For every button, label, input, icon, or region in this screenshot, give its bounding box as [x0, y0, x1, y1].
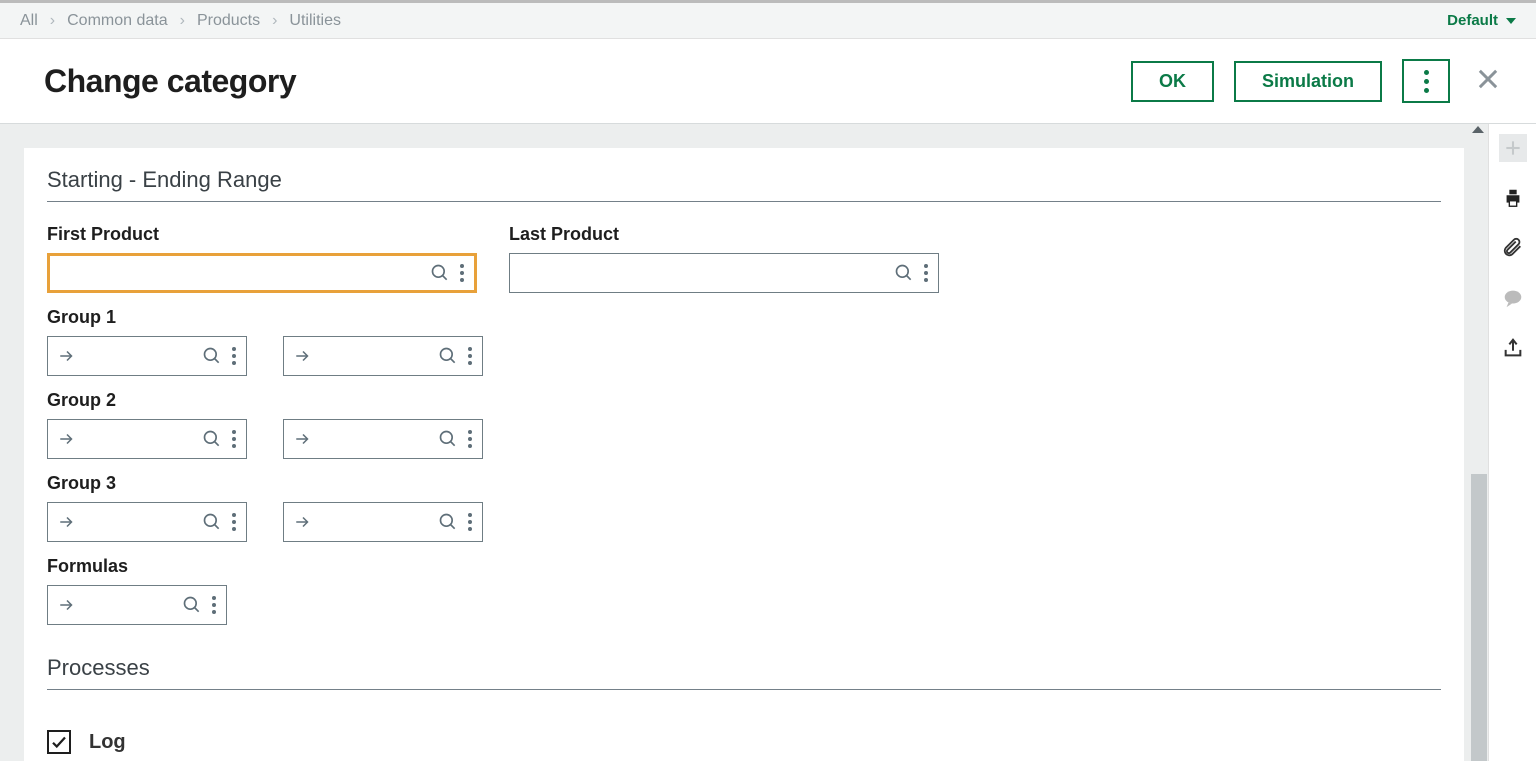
search-icon: [438, 429, 458, 449]
chevron-right-icon: ›: [272, 12, 277, 30]
formulas-label: Formulas: [47, 556, 1441, 577]
ok-button[interactable]: OK: [1131, 61, 1214, 102]
last-product-input-wrapper: [509, 253, 939, 293]
comment-icon: [1502, 287, 1524, 309]
search-icon: [430, 263, 450, 283]
first-product-label: First Product: [47, 224, 477, 245]
group3-label: Group 3: [47, 473, 1441, 494]
more-vertical-icon: [1424, 70, 1429, 93]
search-icon: [202, 429, 222, 449]
comment-button[interactable]: [1499, 284, 1527, 312]
check-icon: [50, 733, 68, 751]
group1-to-lookup[interactable]: [432, 346, 464, 366]
group2-from-wrapper: [47, 419, 247, 459]
chevron-right-icon: ›: [50, 12, 55, 30]
scroll-up-arrow-icon[interactable]: [1472, 126, 1484, 133]
breadcrumb-bar: All › Common data › Products › Utilities…: [0, 3, 1536, 39]
group3-from-wrapper: [47, 502, 247, 542]
arrow-right-icon: [284, 347, 320, 365]
section-title-range: Starting - Ending Range: [47, 163, 1441, 202]
layout-default-label: Default: [1447, 12, 1498, 29]
simulation-button[interactable]: Simulation: [1234, 61, 1382, 102]
formulas-lookup[interactable]: [176, 595, 208, 615]
group1-to-wrapper: [283, 336, 483, 376]
attachment-button[interactable]: [1499, 234, 1527, 262]
group3-to-input[interactable]: [320, 513, 432, 531]
export-button[interactable]: [1499, 334, 1527, 362]
caret-down-icon: [1506, 18, 1516, 24]
arrow-right-icon: [48, 596, 84, 614]
first-product-more-button[interactable]: [456, 264, 474, 282]
formulas-input[interactable]: [84, 596, 176, 614]
arrow-right-icon: [48, 430, 84, 448]
group2-to-wrapper: [283, 419, 483, 459]
search-icon: [438, 346, 458, 366]
last-product-label: Last Product: [509, 224, 939, 245]
group2-to-input[interactable]: [320, 430, 432, 448]
chevron-right-icon: ›: [180, 12, 185, 30]
group3-from-lookup[interactable]: [196, 512, 228, 532]
group1-label: Group 1: [47, 307, 1441, 328]
group1-to-input[interactable]: [320, 347, 432, 365]
group2-to-lookup[interactable]: [432, 429, 464, 449]
breadcrumb-utilities[interactable]: Utilities: [289, 12, 341, 30]
arrow-right-icon: [284, 513, 320, 531]
group2-label: Group 2: [47, 390, 1441, 411]
breadcrumb: All › Common data › Products › Utilities: [20, 12, 341, 30]
first-product-lookup-button[interactable]: [424, 263, 456, 283]
formulas-more[interactable]: [208, 596, 226, 614]
search-icon: [438, 512, 458, 532]
page-header: Change category OK Simulation: [0, 39, 1536, 124]
print-button[interactable]: [1499, 184, 1527, 212]
layout-default-dropdown[interactable]: Default: [1447, 12, 1516, 29]
more-actions-button[interactable]: [1402, 59, 1450, 103]
group2-from-lookup[interactable]: [196, 429, 228, 449]
group3-from-more[interactable]: [228, 513, 246, 531]
last-product-lookup-button[interactable]: [888, 263, 920, 283]
close-button[interactable]: [1470, 61, 1506, 102]
group2-from-more[interactable]: [228, 430, 246, 448]
group1-from-more[interactable]: [228, 347, 246, 365]
group3-to-more[interactable]: [464, 513, 482, 531]
search-icon: [894, 263, 914, 283]
plus-icon: [1503, 138, 1523, 158]
search-icon: [182, 595, 202, 615]
close-icon: [1474, 65, 1502, 93]
header-actions: OK Simulation: [1131, 59, 1506, 103]
log-checkbox[interactable]: [47, 730, 71, 754]
scrollbar-thumb[interactable]: [1471, 474, 1487, 761]
group3-to-wrapper: [283, 502, 483, 542]
attachment-icon: [1502, 237, 1524, 259]
group3-from-input[interactable]: [84, 513, 196, 531]
first-product-input[interactable]: [50, 264, 424, 282]
group1-to-more[interactable]: [464, 347, 482, 365]
print-icon: [1502, 187, 1524, 209]
breadcrumb-common-data[interactable]: Common data: [67, 12, 168, 30]
arrow-right-icon: [48, 513, 84, 531]
group1-from-lookup[interactable]: [196, 346, 228, 366]
content-panel: Starting - Ending Range First Product: [24, 148, 1464, 761]
breadcrumb-products[interactable]: Products: [197, 12, 260, 30]
last-product-more-button[interactable]: [920, 264, 938, 282]
last-product-input[interactable]: [510, 264, 888, 282]
group2-to-more[interactable]: [464, 430, 482, 448]
right-rail: [1488, 124, 1536, 761]
formulas-wrapper: [47, 585, 227, 625]
group3-to-lookup[interactable]: [432, 512, 464, 532]
breadcrumb-all[interactable]: All: [20, 12, 38, 30]
first-product-input-wrapper: [47, 253, 477, 293]
section-title-processes: Processes: [47, 651, 1441, 690]
add-button: [1499, 134, 1527, 162]
group2-from-input[interactable]: [84, 430, 196, 448]
group1-from-input[interactable]: [84, 347, 196, 365]
log-label: Log: [89, 731, 126, 754]
search-icon: [202, 346, 222, 366]
export-icon: [1502, 337, 1524, 359]
search-icon: [202, 512, 222, 532]
arrow-right-icon: [284, 430, 320, 448]
group1-from-wrapper: [47, 336, 247, 376]
page-title: Change category: [44, 63, 1131, 100]
arrow-right-icon: [48, 347, 84, 365]
content-scroll-area: Starting - Ending Range First Product: [0, 124, 1488, 761]
